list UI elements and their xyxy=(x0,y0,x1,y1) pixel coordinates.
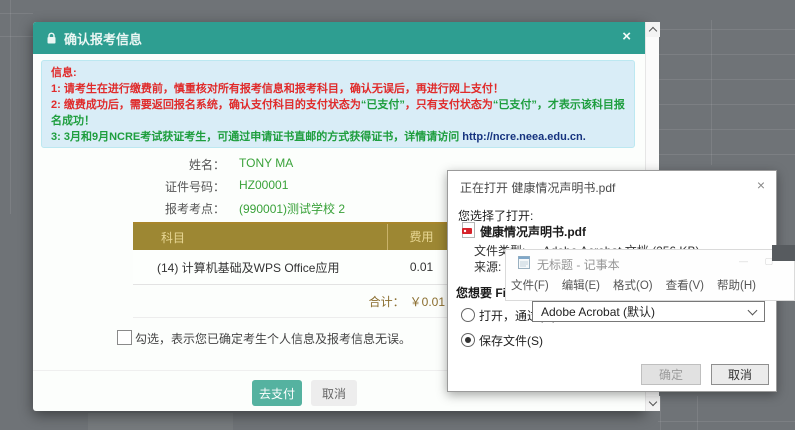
info-line-2-seg: ，只有支付状态为 xyxy=(405,99,493,111)
pay-button[interactable]: 去支付 xyxy=(252,380,302,406)
field-value: HZ00001 xyxy=(239,178,288,192)
bg-grid-line xyxy=(659,154,795,155)
notepad-title: 无标题 - 记事本 xyxy=(537,256,620,273)
cancel-button[interactable]: 取消 xyxy=(311,380,357,406)
application-dropdown[interactable]: Adobe Acrobat (默认) xyxy=(532,301,765,322)
table-header: 科目 费用 xyxy=(133,222,455,250)
info-line-2-seg: 2: 缴费成功后，需要返回报名系统，确认支付科目的支付状态为 xyxy=(51,99,361,111)
notepad-menu-bar: 文件(F) 编辑(E) 格式(O) 查看(V) 帮助(H) xyxy=(511,277,756,293)
save-file-label: 保存文件(S) xyxy=(479,332,543,349)
field-label: 报考考点： xyxy=(33,200,225,217)
info-heading: 信息: xyxy=(51,65,625,81)
info-line-3: 3: 3月和9月NCRE考试获证考生，可通过申请证书直邮的方式获得证书，详情请访… xyxy=(51,129,625,145)
column-header-subject: 科目 xyxy=(133,229,387,246)
dialog-close-icon[interactable]: × xyxy=(757,177,765,193)
file-source-label: 来源: xyxy=(474,258,501,275)
bg-grid-line xyxy=(659,29,795,30)
pdf-icon xyxy=(462,222,476,241)
notepad-icon xyxy=(518,255,530,274)
info-line-2-seg: “已支付” xyxy=(361,99,405,111)
fee-cell: 0.01 xyxy=(388,260,455,274)
confirm-checkbox-label: 勾选，表示您已确定考生个人信息及报考信息无误。 xyxy=(135,330,411,347)
field-value: (990001)测试学校 2 xyxy=(239,200,345,217)
field-value: TONY MA xyxy=(239,156,293,170)
column-header-fee: 费用 xyxy=(387,224,455,250)
dialog-cancel-button[interactable]: 取消 xyxy=(711,364,769,385)
dropdown-value: Adobe Acrobat (默认) xyxy=(541,303,749,320)
confirm-checkbox[interactable] xyxy=(117,330,132,345)
bg-grid-line xyxy=(659,104,795,105)
subject-cell: (14) 计算机基础及WPS Office应用 xyxy=(133,259,388,276)
ok-button[interactable]: 确定 xyxy=(641,364,701,385)
bg-grid-line xyxy=(659,129,795,130)
bg-grid-line xyxy=(697,396,698,430)
field-row-id-number: 证件号码： HZ00001 xyxy=(33,178,473,198)
total-label: 合计： xyxy=(369,293,405,310)
save-file-radio[interactable] xyxy=(461,333,475,347)
info-line-1: 1: 请考生在进行缴费前，慎重核对所有报考信息和报考科目，确认无误后，再进行网上… xyxy=(51,81,625,97)
bg-grid-line xyxy=(659,54,795,55)
window-fragment xyxy=(772,245,795,261)
chevron-up-icon xyxy=(649,27,657,35)
modal-close-icon[interactable]: × xyxy=(622,29,631,45)
ncre-url-text: http://ncre.neea.edu.cn. xyxy=(462,131,585,143)
table-row: (14) 计算机基础及WPS Office应用 0.01 xyxy=(133,250,455,285)
bg-grid-line xyxy=(711,20,712,165)
info-line-2: 2: 缴费成功后，需要返回报名系统，确认支付科目的支付状态为“已支付”，只有支付… xyxy=(51,97,625,129)
bg-grid-line xyxy=(0,13,33,14)
info-notice-box: 信息: 1: 请考生在进行缴费前，慎重核对所有报考信息和报考科目，确认无误后，再… xyxy=(41,60,635,148)
chevron-down-icon xyxy=(748,305,758,315)
info-line-3-seg: 3: 3月和9月NCRE考试获证考生，可通过申请证书直邮的方式获得证书，详情请访… xyxy=(51,131,462,143)
modal-title: 确认报考信息 xyxy=(64,29,142,48)
total-row: 合计： ￥0.01 xyxy=(133,285,455,318)
desktop-background: 确认报考信息 × 信息: 1: 请考生在进行缴费前，慎重核对所有报考信息和报考科… xyxy=(0,0,795,430)
chevron-down-icon xyxy=(649,398,657,406)
scroll-up-button[interactable] xyxy=(646,22,660,37)
lock-icon xyxy=(46,32,57,45)
bg-grid-line xyxy=(10,0,11,214)
info-line-2-seg: “已支付” xyxy=(493,99,537,111)
open-with-radio[interactable] xyxy=(461,308,475,322)
fee-table: 科目 费用 (14) 计算机基础及WPS Office应用 0.01 合计： ￥… xyxy=(133,222,455,318)
bg-grid-line xyxy=(0,36,33,37)
menu-item-view[interactable]: 查看(V) xyxy=(666,277,704,293)
bg-highlight-block xyxy=(88,413,233,430)
field-label: 证件号码： xyxy=(33,178,225,195)
bg-grid-line xyxy=(660,396,661,430)
file-name: 健康情况声明书.pdf xyxy=(480,223,586,240)
bg-grid-line xyxy=(658,421,795,422)
total-value: ￥0.01 xyxy=(410,293,445,310)
menu-item-help[interactable]: 帮助(H) xyxy=(717,277,756,293)
field-label: 姓名： xyxy=(33,156,225,173)
menu-item-edit[interactable]: 编辑(E) xyxy=(562,277,600,293)
field-row-exam-site: 报考考点： (990001)测试学校 2 xyxy=(33,200,473,220)
menu-item-file[interactable]: 文件(F) xyxy=(511,277,549,293)
modal-title-bar: 确认报考信息 × xyxy=(33,22,645,54)
dialog-title: 正在打开 健康情况声明书.pdf xyxy=(460,179,615,196)
menu-item-format[interactable]: 格式(O) xyxy=(613,277,653,293)
scroll-down-button[interactable] xyxy=(646,396,660,411)
bg-grid-line xyxy=(659,79,795,80)
notepad-window: 无标题 - 记事本 — ▢ 文件(F) 编辑(E) 格式(O) 查看(V) 帮助… xyxy=(505,249,795,301)
field-row-name: 姓名： TONY MA xyxy=(33,156,473,176)
